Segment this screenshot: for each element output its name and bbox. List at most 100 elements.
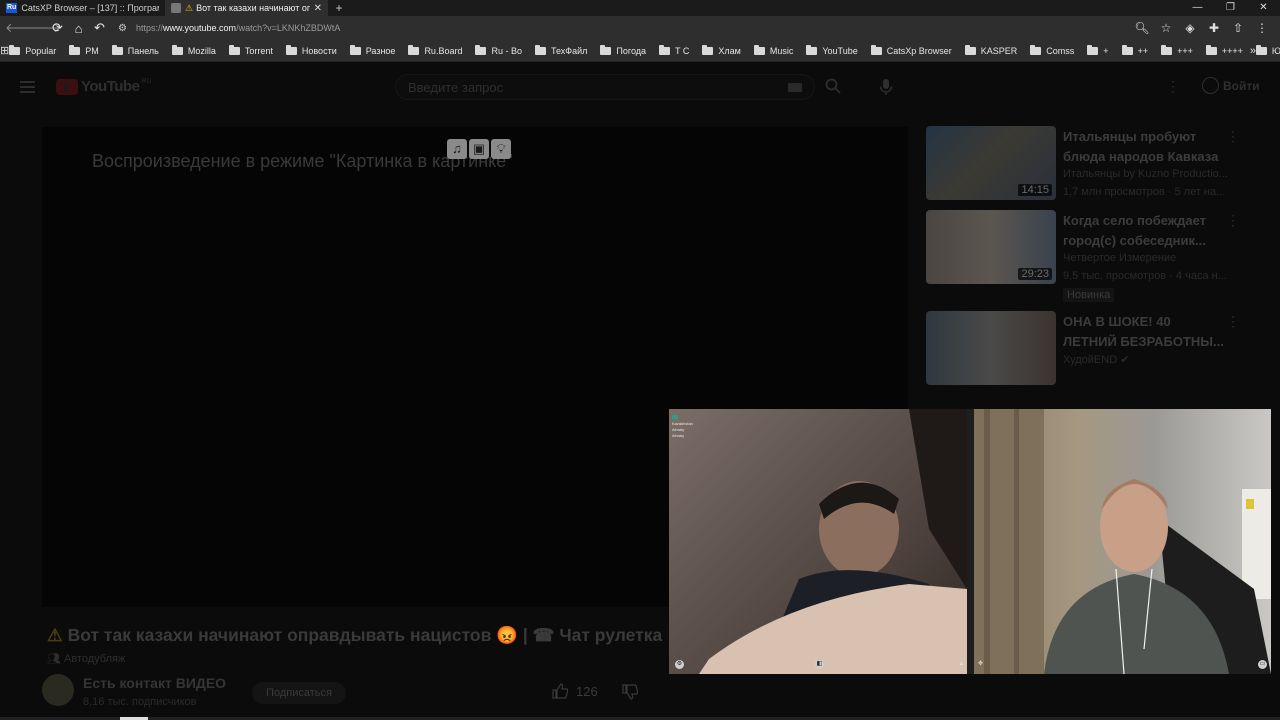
thumbs-down-icon[interactable]	[622, 684, 638, 700]
settings-dots-icon[interactable]: ⋮	[1166, 78, 1180, 96]
bookmark-folder[interactable]: Comss	[1030, 44, 1075, 56]
webcam-scene-right	[974, 409, 1271, 674]
bookmark-folder[interactable]: ++	[1121, 44, 1148, 56]
browser-tab[interactable]: Ru CatsXP Browser – [137] :: Программы	[0, 0, 165, 16]
url-path: /watch?v=LKNKhZBDWtA	[236, 23, 341, 33]
recommendation-channel[interactable]: Четвертое Измерение	[1063, 252, 1238, 264]
move-icon[interactable]: ✥	[976, 660, 985, 669]
forward-button[interactable]: 🡒	[26, 20, 61, 36]
bookmark-label: Comss	[1046, 45, 1075, 56]
video-thumbnail[interactable]	[926, 311, 1056, 385]
maximize-button[interactable]: ❐	[1214, 0, 1247, 16]
close-window-button[interactable]: ✕	[1247, 0, 1280, 16]
video-duration: 14:15	[1018, 184, 1052, 196]
bookmark-folder[interactable]: T C	[659, 44, 690, 56]
recommendation-card[interactable]: ОНА В ШОКЕ! 40 ЛЕТНИЙ БЕЗРАБОТНЫ... Худо…	[926, 311, 1246, 391]
bookmark-folder[interactable]: ++++	[1205, 44, 1243, 56]
camera-status-icon	[672, 415, 678, 419]
bookmark-folder[interactable]: +	[1087, 44, 1109, 56]
camera-switch-icon[interactable]: ◧	[815, 660, 824, 669]
folder-icon	[111, 44, 123, 55]
recommendation-channel[interactable]: ХудойЕND ✔	[1063, 353, 1238, 366]
bookmark-label: T C	[675, 45, 690, 56]
video-thumbnail[interactable]: 29:23	[926, 210, 1056, 284]
bookmark-folder[interactable]: Ru.Board	[408, 44, 463, 56]
more-bookmarks-icon[interactable]: »	[1250, 45, 1256, 57]
site-settings-icon[interactable]: ⚙	[118, 23, 136, 34]
recommendation-card[interactable]: 29:23 Когда село побеждает город(с) собе…	[926, 210, 1246, 302]
upload-icon[interactable]: ⇧	[1226, 21, 1250, 35]
reload-button[interactable]: ⟳	[47, 20, 68, 36]
menu-icon[interactable]	[20, 81, 35, 93]
bookmark-folder[interactable]: Новости	[285, 44, 337, 56]
more-options-icon[interactable]: ⋮	[1226, 212, 1240, 229]
video-thumbnail[interactable]: 14:15	[926, 126, 1056, 200]
country-code: RU	[141, 78, 152, 85]
window-controls: — ❐ ✕	[1181, 0, 1280, 16]
menu-dots-icon[interactable]: ⋮	[1250, 21, 1274, 35]
bookmark-folder[interactable]: Mozilla	[171, 44, 216, 56]
apps-grid-icon[interactable]: ⊞	[0, 44, 9, 57]
player-overlay-icons: ♫ ▣ 💡︎	[447, 139, 513, 159]
recommendation-channel[interactable]: Итальянцы by Kuzno Productio...	[1063, 168, 1238, 180]
more-options-icon[interactable]: ⋮	[1226, 313, 1240, 330]
bookmark-folder[interactable]: KASPER	[964, 44, 1017, 56]
lightbulb-icon[interactable]: 💡︎	[491, 139, 511, 159]
address-bar[interactable]: ⚙ https://www.youtube.com/watch?v=LKNKhZ…	[118, 19, 1118, 37]
keyboard-icon[interactable]	[788, 83, 802, 92]
new-tab-button[interactable]: +	[328, 1, 350, 15]
bookmark-folder[interactable]: CatsXp Browser	[870, 44, 952, 56]
subscribe-button[interactable]: Подписаться	[252, 682, 346, 704]
bookmark-folder[interactable]: Разное	[349, 44, 395, 56]
like-button[interactable]: 126	[552, 683, 598, 699]
pip-window[interactable]: Kazakhstan Almaty Almaty ⚙ ◧ ▲ ✥ ▭	[669, 409, 1271, 674]
pip-toggle-icon[interactable]: ▣	[469, 139, 489, 159]
bookmark-label: Ru.Board	[424, 45, 463, 56]
bookmark-folder[interactable]: YouTube	[806, 44, 858, 56]
undo-close-tab-button[interactable]: ↶	[89, 20, 110, 36]
bookmark-label: +++	[1177, 45, 1193, 56]
page-favicon-icon	[171, 3, 181, 13]
bookmark-folder[interactable]: PM	[69, 44, 99, 56]
bookmark-folder[interactable]: Хлам	[702, 44, 741, 56]
chat-icon[interactable]: ▭	[1258, 660, 1267, 669]
webcam-scene-left	[699, 409, 967, 674]
channel-name[interactable]: Есть контакт ВИДЕО	[83, 675, 226, 691]
bookmark-folder[interactable]: +++	[1161, 44, 1193, 56]
recommendation-title[interactable]: Итальянцы пробуют блюда народов Кавказа	[1063, 127, 1228, 167]
search-icon[interactable]	[825, 78, 841, 94]
home-button[interactable]: ⌂	[68, 21, 89, 36]
back-button[interactable]: 🡐	[5, 20, 40, 36]
youtube-logo[interactable]: YouTube RU	[56, 78, 152, 95]
recommendation-title[interactable]: Когда село побеждает город(с) собеседник…	[1063, 211, 1228, 251]
new-badge: Новинка	[1063, 288, 1115, 302]
layers-icon[interactable]: ◈	[1178, 21, 1202, 35]
bookmark-folder[interactable]: Music	[753, 44, 793, 56]
more-options-icon[interactable]: ⋮	[1226, 128, 1240, 145]
music-icon[interactable]: ♫	[447, 139, 467, 159]
bookmark-folder[interactable]: Popular	[9, 44, 56, 56]
bookmark-folder[interactable]: Погода	[600, 44, 646, 56]
autodub-text: Автодубляж	[64, 653, 126, 665]
bookmark-folder[interactable]: Панель	[111, 44, 159, 56]
search-input[interactable]	[408, 80, 768, 95]
user-icon[interactable]: ▲	[957, 660, 966, 669]
recommendation-title[interactable]: ОНА В ШОКЕ! 40 ЛЕТНИЙ БЕЗРАБОТНЫ...	[1063, 312, 1228, 352]
minimize-button[interactable]: —	[1181, 0, 1214, 16]
zoom-icon[interactable]: 🔍︎	[1130, 21, 1154, 35]
bookmark-folder[interactable]: Ru - Bo	[475, 44, 522, 56]
recommendation-card[interactable]: 14:15 Итальянцы пробуют блюда народов Ка…	[926, 126, 1246, 206]
signin-button[interactable]: Войти	[1202, 77, 1260, 94]
bookmark-folder[interactable]: Torrent	[228, 44, 273, 56]
folder-icon	[1030, 44, 1042, 55]
mic-icon[interactable]	[878, 78, 894, 96]
browser-tab-active[interactable]: ⚠ Вот так казахи начинают оправдывать на…	[165, 0, 328, 16]
close-tab-icon[interactable]: ✕	[314, 3, 322, 14]
bookmark-folder[interactable]: ТехФайл	[534, 44, 587, 56]
channel-avatar[interactable]	[42, 674, 74, 706]
extensions-icon[interactable]: ✚	[1202, 21, 1226, 35]
bookmark-folder[interactable]: Юмор	[1255, 44, 1280, 56]
settings-icon[interactable]: ⚙	[675, 660, 684, 669]
bookmark-star-icon[interactable]: ☆	[1154, 21, 1178, 35]
search-box	[395, 74, 815, 100]
